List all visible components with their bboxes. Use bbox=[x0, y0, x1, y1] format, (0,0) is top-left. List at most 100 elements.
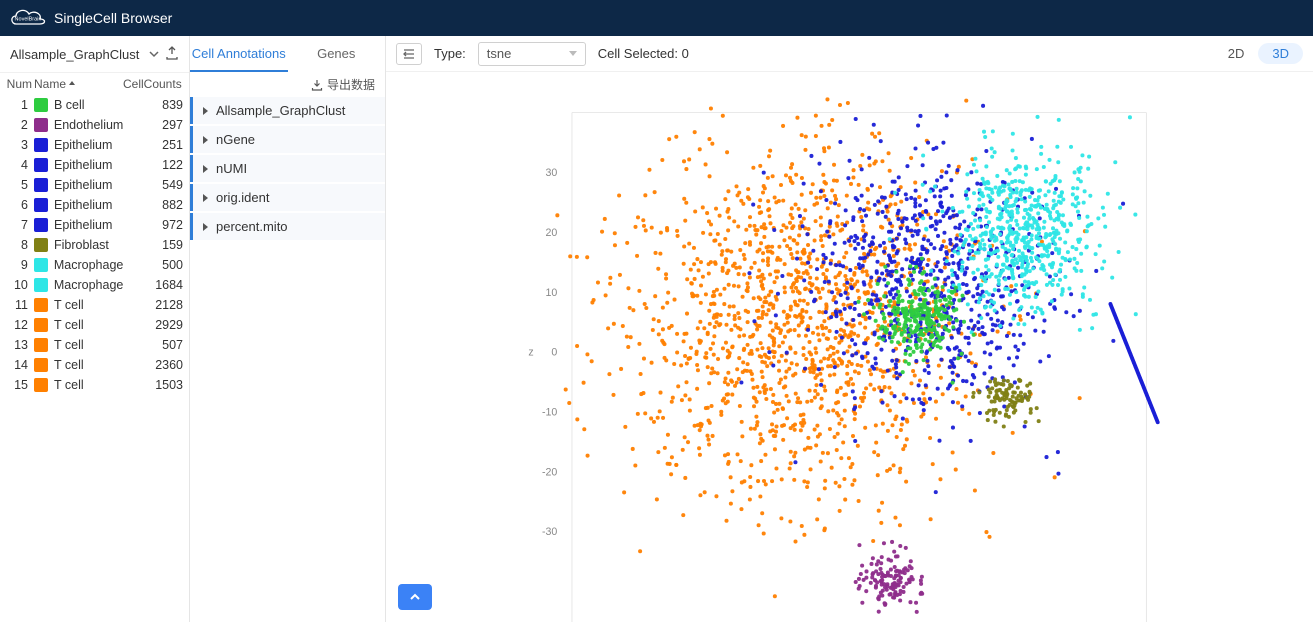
row-name: T cell bbox=[48, 358, 123, 372]
color-swatch bbox=[34, 158, 48, 172]
color-swatch bbox=[34, 118, 48, 132]
row-num: 9 bbox=[6, 258, 34, 272]
scroll-top-button[interactable] bbox=[398, 584, 432, 610]
row-count: 2128 bbox=[123, 298, 183, 312]
color-swatch bbox=[34, 138, 48, 152]
sidebar: Allsample_GraphClust Num Name CellCounts… bbox=[0, 36, 190, 622]
table-row[interactable]: 6Epithelium882 bbox=[0, 195, 189, 215]
tab-genes[interactable]: Genes bbox=[288, 36, 386, 72]
row-num: 3 bbox=[6, 138, 34, 152]
color-swatch bbox=[34, 98, 48, 112]
row-num: 8 bbox=[6, 238, 34, 252]
type-label: Type: bbox=[434, 46, 466, 61]
row-name: Epithelium bbox=[48, 138, 123, 152]
header-count[interactable]: CellCounts bbox=[123, 77, 183, 91]
annotation-item[interactable]: percent.mito bbox=[190, 213, 385, 240]
expand-icon bbox=[203, 223, 208, 231]
annotation-item[interactable]: nGene bbox=[190, 126, 385, 153]
cluster-table-header: Num Name CellCounts bbox=[0, 72, 189, 95]
svg-text:-30: -30 bbox=[542, 526, 557, 538]
color-swatch bbox=[34, 358, 48, 372]
color-swatch bbox=[34, 178, 48, 192]
row-name: T cell bbox=[48, 298, 123, 312]
color-swatch bbox=[34, 338, 48, 352]
table-row[interactable]: 7Epithelium972 bbox=[0, 215, 189, 235]
svg-text:0: 0 bbox=[551, 347, 557, 359]
table-row[interactable]: 14T cell2360 bbox=[0, 355, 189, 375]
row-count: 972 bbox=[123, 218, 183, 232]
row-count: 2360 bbox=[123, 358, 183, 372]
table-row[interactable]: 13 T cell507 bbox=[0, 335, 189, 355]
export-data-button[interactable]: 导出数据 bbox=[190, 72, 385, 97]
cell-selected-label: Cell Selected: 0 bbox=[598, 46, 689, 61]
annotation-item[interactable]: Allsample_GraphClust bbox=[190, 97, 385, 124]
row-count: 500 bbox=[123, 258, 183, 272]
sort-asc-icon bbox=[68, 77, 76, 91]
plot-panel: Type: tsne Cell Selected: 0 2D 3D 302010… bbox=[386, 36, 1313, 622]
tab-cell-annotations[interactable]: Cell Annotations bbox=[190, 36, 288, 72]
row-count: 507 bbox=[123, 338, 183, 352]
row-name: B cell bbox=[48, 98, 123, 112]
dataset-dropdown-icon[interactable] bbox=[149, 47, 159, 62]
color-swatch bbox=[34, 238, 48, 252]
dim-3d-button[interactable]: 3D bbox=[1258, 43, 1303, 64]
dim-2d-button[interactable]: 2D bbox=[1214, 43, 1259, 64]
table-row[interactable]: 11T cell2128 bbox=[0, 295, 189, 315]
color-swatch bbox=[34, 218, 48, 232]
row-num: 4 bbox=[6, 158, 34, 172]
row-num: 12 bbox=[6, 318, 34, 332]
table-row[interactable]: 4Epithelium122 bbox=[0, 155, 189, 175]
row-count: 297 bbox=[123, 118, 183, 132]
row-count: 1684 bbox=[123, 278, 183, 292]
svg-text:z: z bbox=[528, 347, 533, 359]
table-row[interactable]: 10Macrophage1684 bbox=[0, 275, 189, 295]
collapse-sidebar-button[interactable] bbox=[396, 43, 422, 65]
table-row[interactable]: 3 Epithelium251 bbox=[0, 135, 189, 155]
cluster-rows: 1B cell8392Endothelium2973Epithelium2514… bbox=[0, 95, 189, 622]
table-row[interactable]: 8 Fibroblast159 bbox=[0, 235, 189, 255]
color-swatch bbox=[34, 298, 48, 312]
svg-text:20: 20 bbox=[546, 227, 558, 239]
color-swatch bbox=[34, 318, 48, 332]
row-num: 1 bbox=[6, 98, 34, 112]
annotations-panel: Cell Annotations Genes 导出数据 Allsample_Gr… bbox=[190, 36, 386, 622]
row-name: T cell bbox=[48, 338, 123, 352]
expand-icon bbox=[203, 194, 208, 202]
row-num: 13 bbox=[6, 338, 34, 352]
dataset-name: Allsample_GraphClust bbox=[10, 47, 143, 62]
svg-text:-20: -20 bbox=[542, 466, 557, 478]
row-count: 882 bbox=[123, 198, 183, 212]
table-row[interactable]: 15 T cell1503 bbox=[0, 375, 189, 395]
row-name: Epithelium bbox=[48, 158, 123, 172]
app-header: NovelBrain SingleCell Browser bbox=[0, 0, 1313, 36]
row-num: 15 bbox=[6, 378, 34, 392]
annotation-item[interactable]: orig.ident bbox=[190, 184, 385, 211]
scatter-plot[interactable]: 3020100-10-20-30z40200x bbox=[386, 72, 1313, 622]
row-num: 6 bbox=[6, 198, 34, 212]
row-num: 7 bbox=[6, 218, 34, 232]
header-num[interactable]: Num bbox=[6, 77, 34, 91]
plot-toolbar: Type: tsne Cell Selected: 0 2D 3D bbox=[386, 36, 1313, 72]
row-name: T cell bbox=[48, 318, 123, 332]
upload-icon[interactable] bbox=[165, 46, 179, 63]
row-name: Fibroblast bbox=[48, 238, 123, 252]
annotation-item[interactable]: nUMI bbox=[190, 155, 385, 182]
table-row[interactable]: 2Endothelium297 bbox=[0, 115, 189, 135]
header-name[interactable]: Name bbox=[34, 77, 123, 91]
color-swatch bbox=[34, 378, 48, 392]
table-row[interactable]: 12T cell2929 bbox=[0, 315, 189, 335]
table-row[interactable]: 1 B cell839 bbox=[0, 95, 189, 115]
table-row[interactable]: 5Epithelium549 bbox=[0, 175, 189, 195]
row-name: Macrophage bbox=[48, 258, 124, 272]
row-count: 1503 bbox=[123, 378, 183, 392]
row-num: 2 bbox=[6, 118, 34, 132]
expand-icon bbox=[203, 107, 208, 115]
row-count: 251 bbox=[123, 138, 183, 152]
row-count: 159 bbox=[123, 238, 183, 252]
row-name: T cell bbox=[48, 378, 123, 392]
type-select[interactable]: tsne bbox=[478, 42, 586, 66]
row-name: Epithelium bbox=[48, 178, 123, 192]
table-row[interactable]: 9 Macrophage500 bbox=[0, 255, 189, 275]
row-count: 839 bbox=[123, 98, 183, 112]
row-num: 5 bbox=[6, 178, 34, 192]
